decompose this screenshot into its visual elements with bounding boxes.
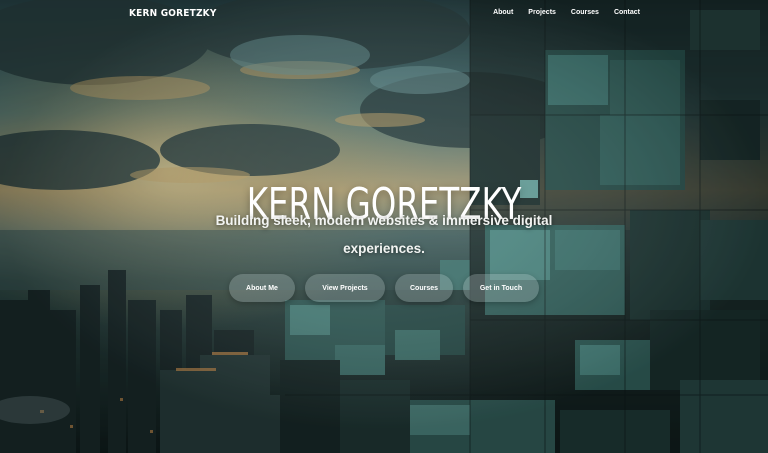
nav-link-contact[interactable]: Contact <box>614 9 640 16</box>
site-logo[interactable]: KERN GORETZKY <box>129 8 217 19</box>
top-navigation-bar: KERN GORETZKY About Projects Courses Con… <box>0 0 768 28</box>
main-nav: About Projects Courses Contact <box>478 9 640 16</box>
nav-link-about[interactable]: About <box>493 9 513 16</box>
courses-button[interactable]: Courses <box>395 274 453 302</box>
view-projects-button[interactable]: View Projects <box>305 274 385 302</box>
nav-link-projects[interactable]: Projects <box>528 9 556 16</box>
page: KERN GORETZKY About Projects Courses Con… <box>0 0 768 453</box>
hero-subtitle: Building sleek, modern websites & immers… <box>215 213 553 256</box>
about-me-button[interactable]: About Me <box>229 274 295 302</box>
get-in-touch-button[interactable]: Get in Touch <box>463 274 539 302</box>
hero-button-group: About Me View Projects Courses Get in To… <box>229 274 539 302</box>
nav-link-courses[interactable]: Courses <box>571 9 599 16</box>
